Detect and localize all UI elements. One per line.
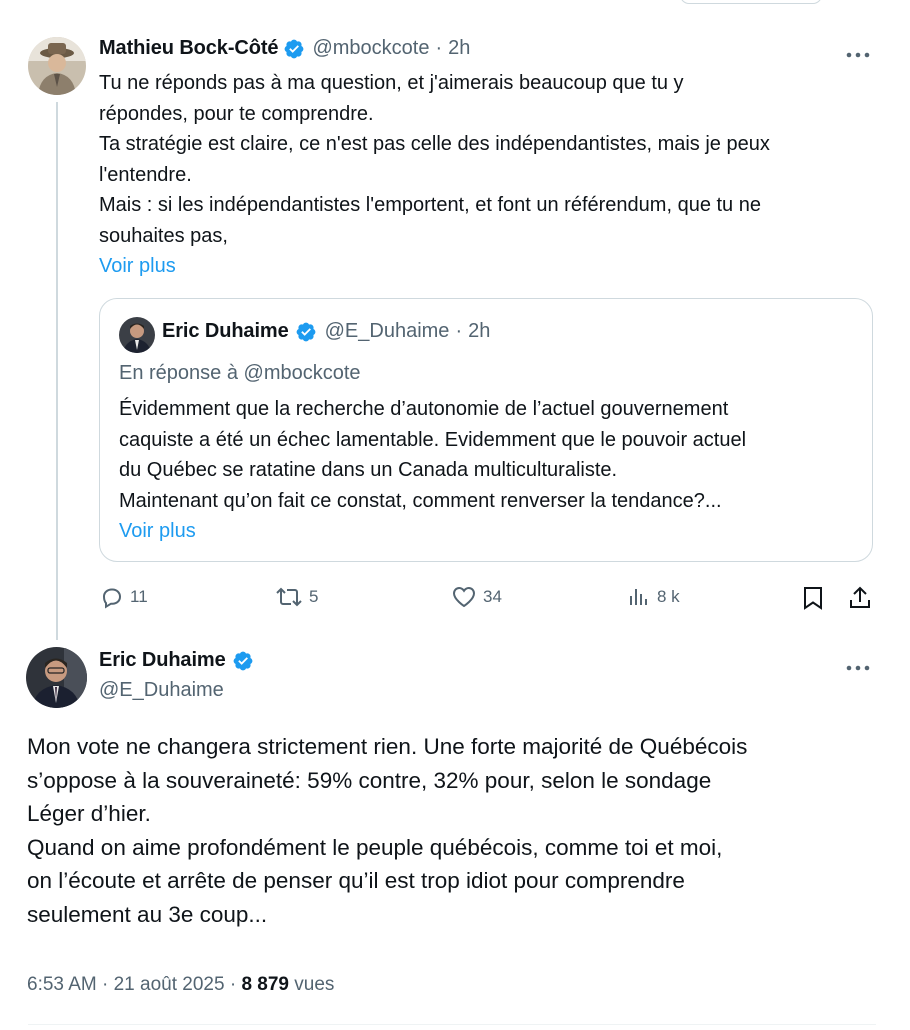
reply-icon <box>102 588 122 609</box>
avatar-eric-small[interactable] <box>119 317 155 353</box>
share-button[interactable] <box>848 585 878 611</box>
views-icon <box>630 589 647 605</box>
reply-context: En réponse à @mbockcote <box>119 362 361 384</box>
repost-button[interactable]: 5 <box>275 585 318 609</box>
quoted-author-name[interactable]: Eric Duhaime <box>162 320 289 343</box>
author-name[interactable]: Mathieu Bock-Côté <box>99 37 279 60</box>
verified-badge-icon <box>283 38 305 60</box>
text-line: Mon vote ne changera strictement rien. U… <box>27 734 748 759</box>
views-total: 8 879 <box>241 974 289 995</box>
like-icon <box>452 586 476 608</box>
separator-dot: · <box>229 974 237 995</box>
quoted-time[interactable]: 2h <box>468 320 490 343</box>
views-label: vues <box>294 974 335 995</box>
text-line: Évidemment que la recherche d’autonomie … <box>119 398 729 420</box>
verified-badge-icon <box>295 321 317 343</box>
text-line: Mais : si les indépendantistes l'emporte… <box>99 194 761 216</box>
quoted-show-more-link[interactable]: Voir plus <box>119 516 859 547</box>
separator-dot: · <box>435 37 443 59</box>
repost-icon <box>276 587 302 607</box>
tweet-meta: 6:53 AM · 21 août 2025 · 8 879 vues <box>27 974 334 996</box>
views-count: 8 k <box>657 587 680 606</box>
quoted-tweet-text: Évidemment que la recherche d’autonomie … <box>119 394 859 547</box>
more-options-icon[interactable] <box>846 46 870 58</box>
separator-dot: · <box>455 320 463 342</box>
text-line: Maintenant qu’on fait ce constat, commen… <box>119 489 722 512</box>
text-line: répondes, pour te comprendre. <box>99 102 374 125</box>
text-line: on l’écoute et arrête de penser qu’il es… <box>27 868 685 893</box>
repost-count: 5 <box>309 587 319 606</box>
thread-connector-line <box>56 102 58 640</box>
tweet-date[interactable]: 21 août 2025 <box>114 974 225 995</box>
main-author-name[interactable]: Eric Duhaime <box>99 649 226 672</box>
tweet-time[interactable]: 2h <box>448 37 470 60</box>
show-more-link[interactable]: Voir plus <box>99 251 889 282</box>
text-line: Tu ne réponds pas à ma question, et j'ai… <box>99 72 684 94</box>
more-options-icon[interactable] <box>846 659 870 671</box>
text-line: caquiste a été un échec lamentable. Evid… <box>119 428 747 451</box>
share-icon <box>850 586 870 608</box>
text-line: Ta stratégie est claire, ce n'est pas ce… <box>99 133 770 155</box>
text-line: du Québec se ratatine dans un Canada mul… <box>119 459 618 481</box>
main-author-handle[interactable]: @E_Duhaime <box>99 679 224 702</box>
text-line: l'entendre. <box>99 163 192 186</box>
text-line: Léger d’hier. <box>27 801 151 826</box>
text-line: Quand on aime profondément le peuple qué… <box>27 834 723 860</box>
reply-button[interactable]: 11 <box>100 585 148 609</box>
like-button[interactable]: 34 <box>451 585 502 609</box>
separator-dot: · <box>102 974 109 995</box>
bookmark-button[interactable] <box>802 585 830 611</box>
views-button[interactable]: 8 k <box>627 585 680 609</box>
like-count: 34 <box>483 587 502 606</box>
tweet-timestamp[interactable]: 6:53 AM <box>27 974 97 995</box>
top-partial-button <box>680 0 822 4</box>
reply-count: 11 <box>130 587 148 606</box>
text-line: souhaites pas, <box>99 224 228 247</box>
text-line: seulement au 3e coup... <box>27 901 268 927</box>
divider <box>28 1024 876 1025</box>
avatar-mathieu[interactable] <box>28 37 86 95</box>
bookmark-icon <box>804 587 822 610</box>
reply-tweet-text: Tu ne réponds pas à ma question, et j'ai… <box>99 68 889 282</box>
verified-badge-icon <box>232 650 254 672</box>
avatar-eric[interactable] <box>26 647 87 708</box>
quoted-handle[interactable]: @E_Duhaime <box>325 320 450 343</box>
main-tweet-text: Mon vote ne changera strictement rien. U… <box>27 730 887 931</box>
author-handle[interactable]: @mbockcote <box>312 37 429 60</box>
text-line: s’oppose à la souveraineté: 59% contre, … <box>27 767 712 793</box>
